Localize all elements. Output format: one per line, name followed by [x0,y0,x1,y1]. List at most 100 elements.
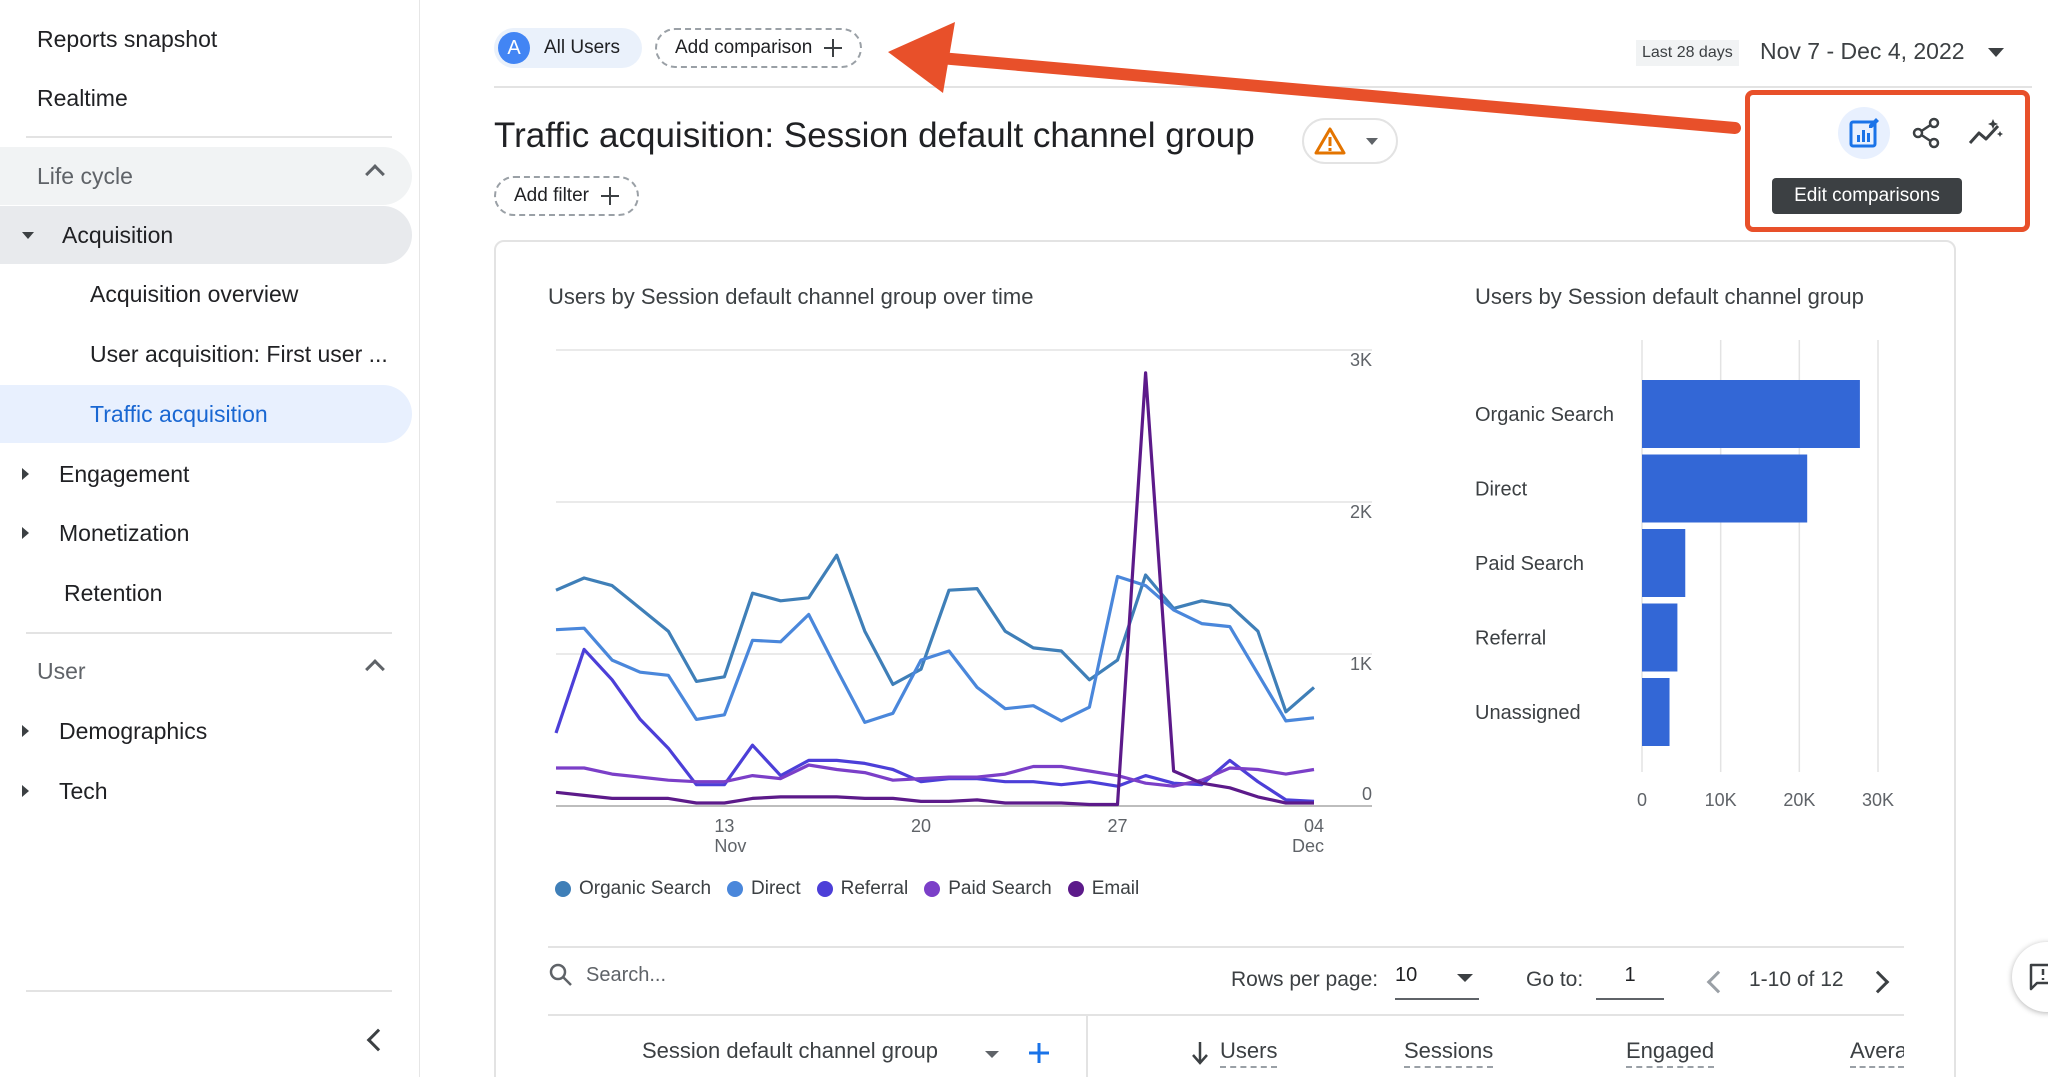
y-tick-label: 2K [1350,502,1372,522]
chevron-left-icon [1706,970,1730,994]
bar-referral[interactable] [1642,603,1678,672]
caret-right-icon [22,785,29,797]
sidebar-item-acquisition-overview[interactable]: Acquisition overview [0,265,412,323]
sidebar-item-tech[interactable]: Tech [0,762,412,820]
sidebar: Reports snapshot Realtime Life cycle Acq… [0,0,420,1077]
x-tick-label: 20K [1783,790,1815,810]
column-header-sessions[interactable]: Sessions [1404,1038,1494,1068]
sidebar-item-label: Engagement [59,460,190,487]
share-button[interactable] [1900,107,1952,159]
add-filter-label: Add filter [514,185,589,206]
sidebar-section-lifecycle[interactable]: Life cycle [0,147,412,205]
legend-label: Paid Search [948,878,1052,899]
bar-category-label: Unassigned [1475,702,1581,724]
date-range-picker[interactable]: Nov 7 - Dec 4, 2022 [1760,38,1965,65]
sidebar-item-label: Retention [64,579,163,606]
bar-organic-search[interactable] [1642,380,1860,448]
series-line-email[interactable] [555,371,1314,807]
line-chart: 0 1K 2K 3K 13Nov 20 27 04Dec [554,349,1372,856]
add-comparison-button[interactable]: Add comparison [655,28,863,68]
rows-per-page-label: Rows per page: [1231,968,1379,991]
go-to-label: Go to: [1526,968,1584,991]
bar-category-label: Organic Search [1475,404,1614,426]
sidebar-section-user[interactable]: User [0,642,412,700]
sidebar-item-monetization[interactable]: Monetization [0,504,412,562]
previous-page-button[interactable] [1700,966,1730,998]
insights-button[interactable] [1960,107,2012,159]
line-chart-legend: Organic Search Direct Referral Paid Sear… [555,878,1139,900]
legend-item-paid-search[interactable]: Paid Search [924,878,1052,900]
feedback-button[interactable] [2012,942,2048,1012]
column-header-users[interactable]: Users [1220,1038,1278,1068]
legend-item-referral[interactable]: Referral [816,878,909,900]
sidebar-item-label: Acquisition overview [90,280,299,307]
sidebar-section-label: User [37,657,86,684]
tooltip-edit-comparisons: Edit comparisons [1772,178,1962,214]
legend-label: Referral [840,878,909,899]
sidebar-item-realtime[interactable]: Realtime [0,69,412,127]
dimension-column-header[interactable]: Session default channel group [642,1038,938,1066]
go-to-page-input[interactable]: 1 [1596,964,1664,1000]
sidebar-item-label: Tech [59,777,108,804]
legend-item-direct[interactable]: Direct [727,878,801,900]
legend-dot-icon [1067,881,1084,897]
sidebar-item-engagement[interactable]: Engagement [0,445,412,503]
rows-per-page-select[interactable]: 10 [1395,964,1479,1000]
share-icon [1912,117,1940,149]
data-quality-warning-button[interactable] [1302,118,1398,164]
search-icon [549,963,572,986]
legend-item-organic-search[interactable]: Organic Search [555,878,711,900]
caret-down-icon[interactable] [985,1051,999,1058]
legend-dot-icon [924,881,941,897]
sidebar-item-demographics[interactable]: Demographics [0,702,412,760]
collapse-sidebar-button[interactable] [356,1020,396,1060]
sidebar-item-traffic-acquisition[interactable]: Traffic acquisition [0,385,412,443]
caret-down-icon[interactable] [1988,48,2004,57]
table-search[interactable]: Search... [548,962,666,988]
sidebar-section-label: Life cycle [37,162,133,189]
sidebar-item-label: Monetization [59,519,190,546]
x-tick-sublabel: Dec [1292,836,1324,856]
series-line-organic-search[interactable] [555,553,1316,714]
search-input[interactable]: Search... [586,964,666,987]
x-tick-label: 30K [1862,790,1894,810]
arrow-down-sort-icon [1192,1042,1208,1065]
comparison-chip-all-users[interactable]: A All Users [494,28,642,68]
sidebar-item-user-acquisition[interactable]: User acquisition: First user ... [0,325,412,383]
caret-right-icon [22,725,29,737]
bar-paid-search[interactable] [1642,529,1686,597]
bar-category-label: Direct [1475,479,1528,501]
bar-chart-title: Users by Session default channel group [1475,284,1864,309]
add-dimension-button[interactable] [1026,1040,1052,1066]
bar-category-label: Paid Search [1475,553,1584,575]
avatar: A [498,32,530,64]
table-divider [548,946,1904,948]
legend-label: Direct [751,878,801,899]
column-header-engaged[interactable]: Engaged [1626,1038,1715,1068]
column-separator [1086,1014,1088,1077]
sidebar-item-reports-snapshot[interactable]: Reports snapshot [0,10,412,68]
warning-icon [1314,127,1346,155]
sidebar-item-retention[interactable]: Retention [0,564,412,622]
legend-label: Organic Search [579,878,712,899]
next-page-button[interactable] [1866,966,1898,998]
go-to-page-value: 1 [1624,964,1636,986]
add-comparison-label: Add comparison [675,37,813,58]
bar-unassigned[interactable] [1642,678,1670,746]
edit-comparisons-button[interactable] [1838,107,1890,159]
column-header-average[interactable]: Avera [1850,1038,1904,1068]
sidebar-item-label: Reports snapshot [37,25,218,52]
bar-direct[interactable] [1642,454,1808,523]
legend-item-email[interactable]: Email [1067,878,1140,900]
add-filter-button[interactable]: Add filter [494,176,639,216]
y-tick-label: 1K [1350,654,1372,674]
sidebar-item-acquisition[interactable]: Acquisition [0,206,412,264]
chevron-left-icon [366,1028,390,1052]
legend-label: Email [1091,878,1140,899]
sidebar-item-label: Demographics [59,717,208,744]
edit-chart-icon [1849,118,1879,148]
series-line-direct[interactable] [555,574,1315,724]
sidebar-item-label: Realtime [37,84,128,111]
legend-dot-icon [816,881,833,897]
bar-chart: 0 10K 20K 30K Organic Search Direct Paid Searc… [1475,340,1894,810]
